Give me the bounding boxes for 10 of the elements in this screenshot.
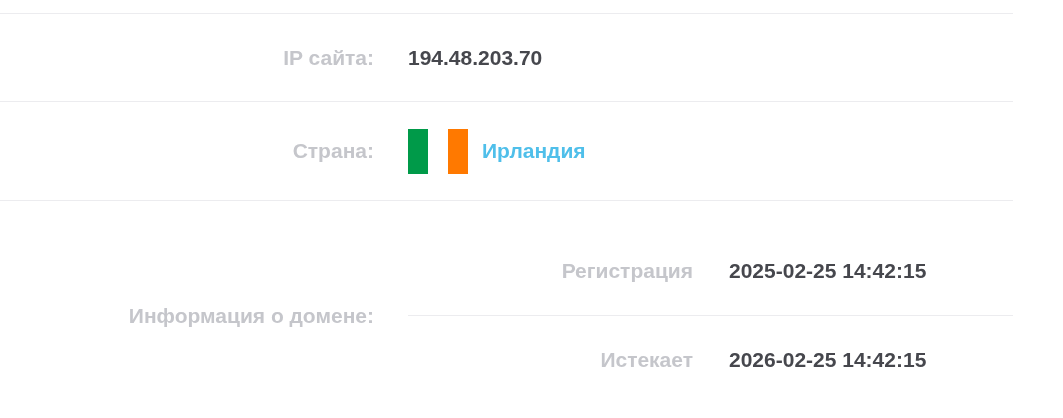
field-label: Регистрация xyxy=(561,259,693,283)
country-link[interactable]: Ирландия xyxy=(482,139,586,163)
field-value: 194.48.203.70 xyxy=(408,45,544,70)
field-label: IP сайта: xyxy=(283,45,374,70)
field-value: 2026-02-25 14:42:15 xyxy=(729,348,928,372)
field-label: Информация о домене: xyxy=(128,303,374,328)
field-value: 2025-02-25 14:42:15 xyxy=(729,259,928,283)
flag-icon xyxy=(408,128,468,174)
field-label: Страна: xyxy=(292,139,374,163)
field-label: Истекает xyxy=(600,348,693,372)
